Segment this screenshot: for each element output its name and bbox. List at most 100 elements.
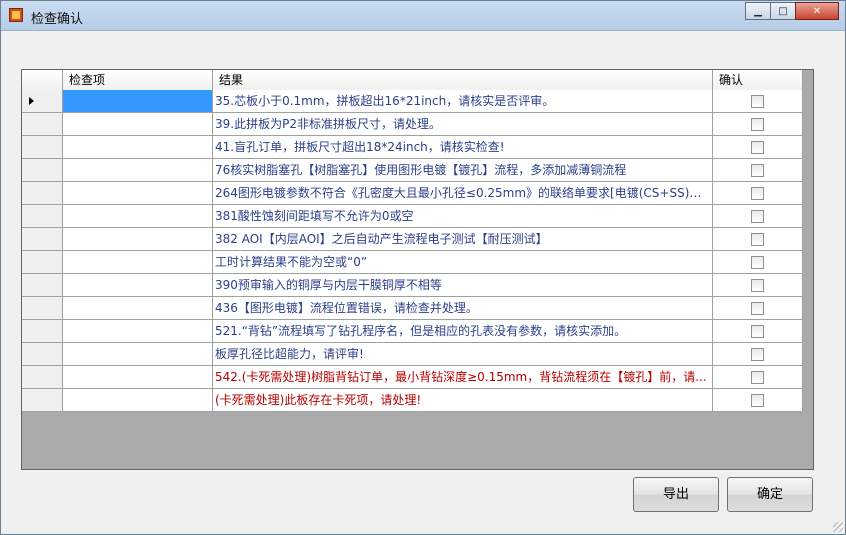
confirm-cell[interactable] [713, 136, 803, 159]
confirm-cell[interactable] [713, 113, 803, 136]
confirm-cell[interactable] [713, 320, 803, 343]
table-row[interactable]: 35.芯板小于0.1mm，拼板超出16*21inch，请核实是否评审。 [22, 90, 803, 113]
confirm-checkbox[interactable] [751, 394, 764, 407]
result-cell[interactable]: 35.芯板小于0.1mm，拼板超出16*21inch，请核实是否评审。 [213, 90, 713, 113]
row-header[interactable] [22, 366, 63, 389]
result-cell[interactable]: 542.(卡死需处理)树脂背钻订单，最小背钻深度≥0.15mm，背钻流程须在【镀… [213, 366, 713, 389]
confirm-cell[interactable] [713, 389, 803, 412]
row-header[interactable] [22, 320, 63, 343]
table-row[interactable]: 76核实树脂塞孔【树脂塞孔】使用图形电镀【镀孔】流程，多添加减薄铜流程 [22, 159, 803, 182]
confirm-checkbox[interactable] [751, 118, 764, 131]
confirm-cell[interactable] [713, 297, 803, 320]
table-row[interactable]: 382 AOI【内层AOI】之后自动产生流程电子测试【耐压测试】 [22, 228, 803, 251]
table-row[interactable]: 381酸性蚀刻间距填写不允许为0或空 [22, 205, 803, 228]
result-cell[interactable]: 264图形电镀参数不符合《孔密度大且最小孔径≤0.25mm》的联络单要求[电镀(… [213, 182, 713, 205]
row-header[interactable] [22, 251, 63, 274]
table-row[interactable]: 521.“背钻”流程填写了钻孔程序名，但是相应的孔表没有参数，请核实添加。 [22, 320, 803, 343]
row-header[interactable] [22, 182, 63, 205]
confirm-button[interactable]: 确定 [727, 477, 813, 512]
row-header[interactable] [22, 113, 63, 136]
result-cell[interactable]: 工时计算结果不能为空或“0” [213, 251, 713, 274]
check-item-cell[interactable] [63, 274, 213, 297]
check-item-cell[interactable] [63, 343, 213, 366]
confirm-cell[interactable] [713, 182, 803, 205]
confirm-checkbox[interactable] [751, 187, 764, 200]
check-item-cell[interactable] [63, 90, 213, 113]
confirm-cell[interactable] [713, 366, 803, 389]
table-row[interactable]: 436【图形电镀】流程位置错误，请检查并处理。 [22, 297, 803, 320]
confirm-cell[interactable] [713, 343, 803, 366]
confirm-checkbox[interactable] [751, 348, 764, 361]
confirm-checkbox[interactable] [751, 141, 764, 154]
check-item-cell[interactable] [63, 228, 213, 251]
check-item-cell[interactable] [63, 113, 213, 136]
confirm-cell[interactable] [713, 228, 803, 251]
check-item-cell[interactable] [63, 389, 213, 412]
close-icon: ✕ [812, 5, 822, 17]
confirm-checkbox[interactable] [751, 95, 764, 108]
confirm-cell[interactable] [713, 274, 803, 297]
row-header[interactable] [22, 274, 63, 297]
result-cell[interactable]: 436【图形电镀】流程位置错误，请检查并处理。 [213, 297, 713, 320]
confirm-cell[interactable] [713, 159, 803, 182]
table-row[interactable]: 工时计算结果不能为空或“0” [22, 251, 803, 274]
table-row[interactable]: 41.盲孔订单，拼板尺寸超出18*24inch，请核实检查! [22, 136, 803, 159]
title-bar[interactable]: 检查确认 ▁ □ ✕ [1, 1, 845, 31]
check-item-cell[interactable] [63, 366, 213, 389]
row-header[interactable] [22, 90, 63, 113]
result-cell[interactable]: 板厚孔径比超能力，请评审! [213, 343, 713, 366]
grid-header: 检查项 结果 确认 [22, 70, 803, 91]
confirm-checkbox[interactable] [751, 371, 764, 384]
row-header[interactable] [22, 136, 63, 159]
row-header-corner[interactable] [22, 70, 63, 90]
check-item-cell[interactable] [63, 297, 213, 320]
table-row[interactable]: 39.此拼板为P2非标准拼板尺寸，请处理。 [22, 113, 803, 136]
confirm-cell[interactable] [713, 90, 803, 113]
minimize-icon: ▁ [754, 5, 762, 17]
result-cell[interactable]: 521.“背钻”流程填写了钻孔程序名，但是相应的孔表没有参数，请核实添加。 [213, 320, 713, 343]
confirm-cell[interactable] [713, 251, 803, 274]
export-button[interactable]: 导出 [633, 477, 719, 512]
table-row[interactable]: 390预审输入的铜厚与内层干膜铜厚不相等 [22, 274, 803, 297]
result-cell[interactable]: 382 AOI【内层AOI】之后自动产生流程电子测试【耐压测试】 [213, 228, 713, 251]
table-row[interactable]: 264图形电镀参数不符合《孔密度大且最小孔径≤0.25mm》的联络单要求[电镀(… [22, 182, 803, 205]
result-cell[interactable]: 381酸性蚀刻间距填写不允许为0或空 [213, 205, 713, 228]
minimize-button[interactable]: ▁ [745, 2, 771, 20]
row-header[interactable] [22, 343, 63, 366]
check-item-cell[interactable] [63, 205, 213, 228]
column-header-check-item[interactable]: 检查项 [63, 70, 213, 90]
check-item-cell[interactable] [63, 251, 213, 274]
column-header-result[interactable]: 结果 [213, 70, 713, 90]
confirm-cell[interactable] [713, 205, 803, 228]
result-cell[interactable]: 41.盲孔订单，拼板尺寸超出18*24inch，请核实检查! [213, 136, 713, 159]
table-row[interactable]: 542.(卡死需处理)树脂背钻订单，最小背钻深度≥0.15mm，背钻流程须在【镀… [22, 366, 803, 389]
column-header-confirm[interactable]: 确认 [713, 70, 803, 90]
result-cell[interactable]: (卡死需处理)此板存在卡死项，请处理! [213, 389, 713, 412]
result-cell[interactable]: 39.此拼板为P2非标准拼板尺寸，请处理。 [213, 113, 713, 136]
confirm-checkbox[interactable] [751, 302, 764, 315]
resize-grip-icon[interactable] [833, 522, 843, 532]
row-header[interactable] [22, 228, 63, 251]
window-controls: ▁ □ ✕ [745, 2, 839, 20]
confirm-checkbox[interactable] [751, 279, 764, 292]
check-item-cell[interactable] [63, 159, 213, 182]
row-header[interactable] [22, 205, 63, 228]
confirm-checkbox[interactable] [751, 325, 764, 338]
row-header[interactable] [22, 389, 63, 412]
table-row[interactable]: (卡死需处理)此板存在卡死项，请处理! [22, 389, 803, 412]
confirm-checkbox[interactable] [751, 256, 764, 269]
check-item-cell[interactable] [63, 136, 213, 159]
result-cell[interactable]: 76核实树脂塞孔【树脂塞孔】使用图形电镀【镀孔】流程，多添加减薄铜流程 [213, 159, 713, 182]
row-header[interactable] [22, 159, 63, 182]
result-cell[interactable]: 390预审输入的铜厚与内层干膜铜厚不相等 [213, 274, 713, 297]
maximize-button[interactable]: □ [770, 2, 796, 20]
row-header[interactable] [22, 297, 63, 320]
confirm-checkbox[interactable] [751, 233, 764, 246]
table-row[interactable]: 板厚孔径比超能力，请评审! [22, 343, 803, 366]
check-item-cell[interactable] [63, 182, 213, 205]
check-results-grid[interactable]: 检查项 结果 确认 35.芯板小于0.1mm，拼板超出16*21inch，请核实… [21, 69, 814, 470]
confirm-checkbox[interactable] [751, 210, 764, 223]
check-item-cell[interactable] [63, 320, 213, 343]
confirm-checkbox[interactable] [751, 164, 764, 177]
close-button[interactable]: ✕ [795, 2, 839, 20]
